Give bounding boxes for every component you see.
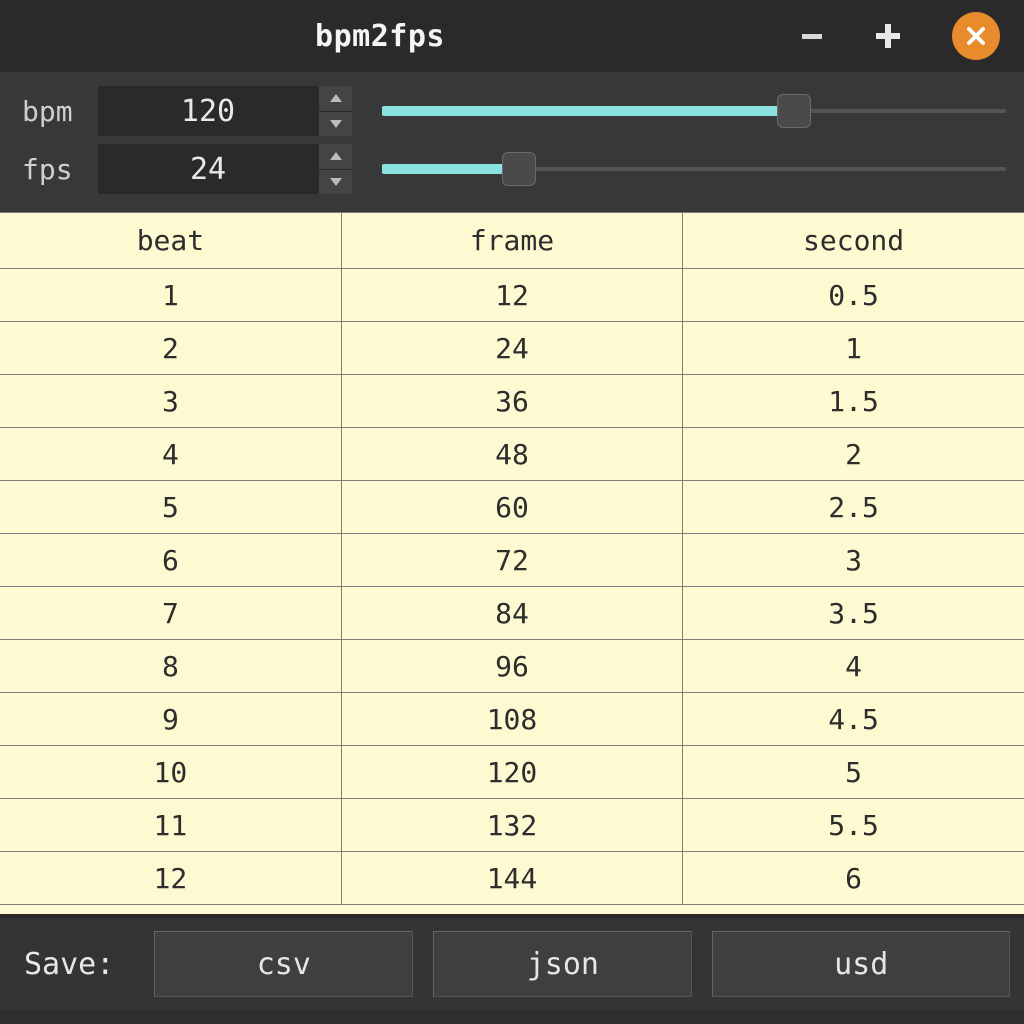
cell-frame: 24	[341, 322, 682, 375]
cell-second: 6	[683, 852, 1024, 905]
table-row[interactable]: 6723	[0, 534, 1024, 587]
cell-beat: 12	[0, 852, 341, 905]
cell-second: 5.5	[683, 799, 1024, 852]
cell-frame: 96	[341, 640, 682, 693]
cell-second: 0.5	[683, 269, 1024, 322]
table-row[interactable]: 91084.5	[0, 693, 1024, 746]
fps-step-up[interactable]	[319, 144, 352, 170]
fps-step-down[interactable]	[319, 170, 352, 195]
cell-second: 4.5	[683, 693, 1024, 746]
cell-beat: 5	[0, 481, 341, 534]
cell-beat: 8	[0, 640, 341, 693]
bpm-step-down[interactable]	[319, 112, 352, 137]
cell-second: 2	[683, 428, 1024, 481]
table-row[interactable]: 101205	[0, 746, 1024, 799]
maximize-button[interactable]	[864, 12, 912, 60]
table-row[interactable]: 1120.5	[0, 269, 1024, 322]
fps-row: fps	[0, 140, 1024, 198]
bpm-slider-fill	[382, 106, 794, 116]
table-row[interactable]: 111325.5	[0, 799, 1024, 852]
results-table: beat frame second 1120.522413361.5448256…	[0, 212, 1024, 905]
cell-beat: 1	[0, 269, 341, 322]
table-row[interactable]: 3361.5	[0, 375, 1024, 428]
cell-second: 3.5	[683, 587, 1024, 640]
cell-beat: 10	[0, 746, 341, 799]
table-header-row: beat frame second	[0, 213, 1024, 269]
bpm-label: bpm	[18, 95, 98, 128]
close-button[interactable]	[952, 12, 1000, 60]
cell-frame: 48	[341, 428, 682, 481]
cell-beat: 6	[0, 534, 341, 587]
cell-frame: 72	[341, 534, 682, 587]
save-usd-button[interactable]: usd	[712, 931, 1010, 997]
controls-panel: bpm fps	[0, 72, 1024, 212]
chevron-down-icon	[329, 177, 343, 187]
cell-frame: 108	[341, 693, 682, 746]
close-icon	[964, 24, 988, 48]
plus-icon	[873, 21, 903, 51]
fps-label: fps	[18, 153, 98, 186]
table-row[interactable]: 5602.5	[0, 481, 1024, 534]
results-table-wrap: beat frame second 1120.522413361.5448256…	[0, 212, 1024, 914]
table-row[interactable]: 2241	[0, 322, 1024, 375]
cell-beat: 7	[0, 587, 341, 640]
cell-beat: 11	[0, 799, 341, 852]
window-title: bpm2fps	[315, 19, 445, 54]
cell-second: 1	[683, 322, 1024, 375]
table-row[interactable]: 4482	[0, 428, 1024, 481]
cell-frame: 12	[341, 269, 682, 322]
bpm-input[interactable]	[98, 86, 318, 136]
bpm-slider-thumb[interactable]	[777, 94, 811, 128]
fps-slider-thumb[interactable]	[502, 152, 536, 186]
minimize-icon	[798, 22, 826, 50]
fps-input[interactable]	[98, 144, 318, 194]
table-row[interactable]: 121446	[0, 852, 1024, 905]
table-row[interactable]: 7843.5	[0, 587, 1024, 640]
cell-second: 4	[683, 640, 1024, 693]
chevron-down-icon	[329, 119, 343, 129]
fps-spinbox[interactable]	[98, 144, 352, 194]
cell-second: 2.5	[683, 481, 1024, 534]
fps-slider[interactable]	[382, 144, 1006, 194]
bottom-bar: Save: csv json usd	[0, 914, 1024, 1010]
col-header-beat: beat	[0, 213, 341, 269]
chevron-up-icon	[329, 93, 343, 103]
col-header-second: second	[683, 213, 1024, 269]
bpm-spinbox[interactable]	[98, 86, 352, 136]
fps-slider-fill	[382, 164, 519, 174]
cell-frame: 132	[341, 799, 682, 852]
cell-second: 5	[683, 746, 1024, 799]
cell-beat: 4	[0, 428, 341, 481]
cell-beat: 2	[0, 322, 341, 375]
cell-beat: 9	[0, 693, 341, 746]
titlebar: bpm2fps	[0, 0, 1024, 72]
bpm-step-up[interactable]	[319, 86, 352, 112]
cell-frame: 120	[341, 746, 682, 799]
col-header-frame: frame	[341, 213, 682, 269]
cell-second: 3	[683, 534, 1024, 587]
bpm-slider[interactable]	[382, 86, 1006, 136]
save-label: Save:	[14, 947, 134, 982]
chevron-up-icon	[329, 151, 343, 161]
cell-second: 1.5	[683, 375, 1024, 428]
cell-frame: 36	[341, 375, 682, 428]
table-row[interactable]: 8964	[0, 640, 1024, 693]
cell-frame: 84	[341, 587, 682, 640]
save-json-button[interactable]: json	[433, 931, 692, 997]
bpm-row: bpm	[0, 82, 1024, 140]
save-csv-button[interactable]: csv	[154, 931, 413, 997]
minimize-button[interactable]	[788, 12, 836, 60]
cell-frame: 60	[341, 481, 682, 534]
cell-beat: 3	[0, 375, 341, 428]
cell-frame: 144	[341, 852, 682, 905]
